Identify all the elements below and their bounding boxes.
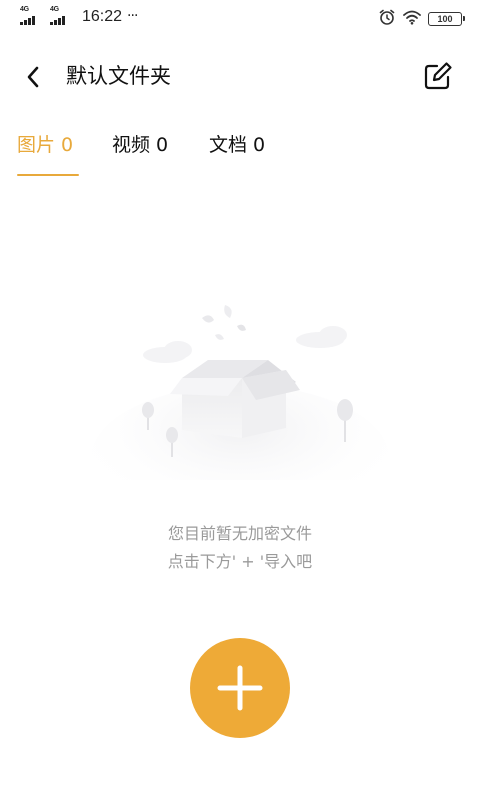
status-bar: 4G 4G 16:22 ··· 100: [0, 0, 480, 34]
empty-message-line1: 您目前暂无加密文件: [167, 524, 312, 543]
chevron-left-icon: [27, 66, 39, 88]
back-button[interactable]: [18, 62, 48, 92]
tab-images[interactable]: 图片 0: [17, 132, 73, 158]
add-button[interactable]: [190, 638, 290, 738]
more-notifications-icon: ···: [127, 8, 138, 24]
wifi-icon: [402, 9, 422, 29]
status-right: 100: [378, 8, 465, 30]
status-left: 4G 4G 16:22 ···: [20, 6, 138, 28]
battery-level: 100: [437, 14, 453, 24]
tab-bar: 图片 0 视频 0 文档 0: [0, 126, 480, 178]
tab-documents[interactable]: 文档 0: [209, 132, 265, 158]
status-time: 16:22: [82, 8, 123, 25]
alarm-icon: [378, 8, 396, 30]
tab-videos[interactable]: 视频 0: [112, 132, 168, 158]
page-title: 默认文件夹: [66, 64, 171, 88]
signal-label: 4G: [50, 6, 59, 13]
signal-icon: 4G: [20, 6, 46, 28]
empty-box-illustration: [90, 290, 390, 535]
empty-message-line2: 点击下方' + '导入吧: [167, 552, 313, 571]
tab-active-indicator: [17, 174, 79, 176]
header: 默认文件夹: [0, 50, 480, 102]
signal-label: 4G: [20, 6, 29, 13]
battery-icon: 100: [428, 12, 465, 26]
signal-icon: 4G: [50, 6, 76, 28]
edit-button[interactable]: [422, 60, 454, 92]
plus-icon: [217, 665, 263, 711]
edit-icon: [424, 62, 452, 90]
